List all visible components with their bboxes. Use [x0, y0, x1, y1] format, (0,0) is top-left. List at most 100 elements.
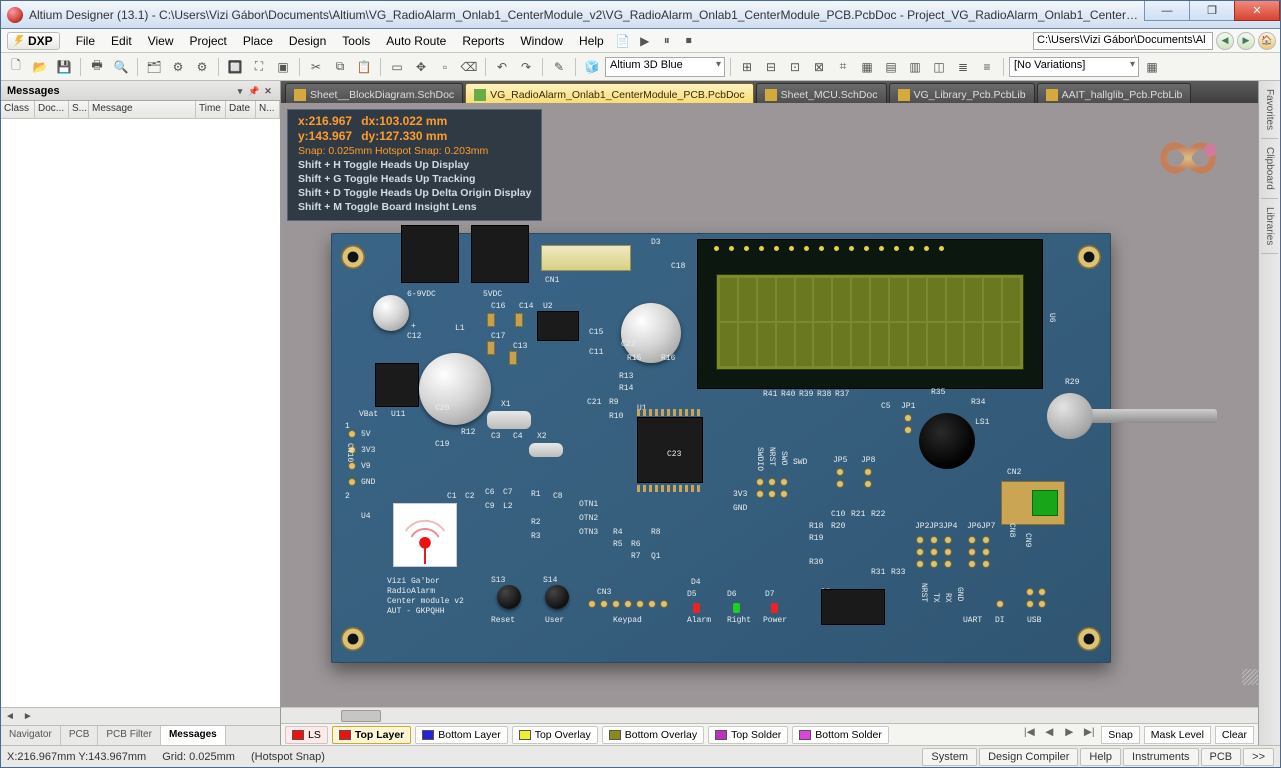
undo-icon[interactable]: ↶ — [491, 56, 513, 78]
layer-topoverlay[interactable]: Top Overlay — [512, 726, 598, 744]
panel-pin-icon[interactable]: 📌 — [248, 85, 260, 97]
zoom-area-icon[interactable]: 🔲 — [224, 56, 246, 78]
masklevel-button[interactable]: Mask Level — [1144, 726, 1211, 744]
layer-nav-first[interactable]: |◀ — [1021, 726, 1037, 744]
layer-botsolder[interactable]: Bottom Solder — [792, 726, 889, 744]
clear-button[interactable]: Clear — [1215, 726, 1254, 744]
stop-icon[interactable]: ⏹ — [678, 30, 700, 52]
dxp-menu[interactable]: DXP — [7, 32, 60, 50]
compile-icon[interactable]: ⚙ — [167, 56, 189, 78]
redo-icon[interactable]: ↷ — [515, 56, 537, 78]
minimize-button[interactable]: — — [1144, 1, 1190, 21]
tb-j[interactable]: ≣ — [952, 56, 974, 78]
tb-d[interactable]: ⊠ — [808, 56, 830, 78]
status-more[interactable]: >> — [1243, 748, 1274, 766]
move-icon[interactable]: ✥ — [410, 56, 432, 78]
tab-vglib[interactable]: VG_Library_Pcb.PcbLib — [889, 83, 1035, 103]
view-config-select[interactable]: Altium 3D Blue — [605, 57, 725, 77]
tb-e[interactable]: ⌗ — [832, 56, 854, 78]
layer-ls[interactable]: LS — [285, 726, 328, 744]
status-instruments[interactable]: Instruments — [1123, 748, 1198, 766]
side-clipboard[interactable]: Clipboard — [1261, 139, 1278, 199]
menu-tools[interactable]: Tools — [334, 31, 378, 51]
workspace-icon[interactable]: 🗂 — [143, 56, 165, 78]
tb-h[interactable]: ▥ — [904, 56, 926, 78]
layer-nav-last[interactable]: ▶| — [1081, 726, 1097, 744]
foot-tab-pcbfilter[interactable]: PCB Filter — [98, 726, 161, 745]
side-favorites[interactable]: Favorites — [1261, 81, 1278, 139]
path-field[interactable]: C:\Users\Vizi Gábor\Documents\Al — [1033, 32, 1213, 50]
status-help[interactable]: Help — [1080, 748, 1121, 766]
zoom-sel-icon[interactable]: ▣ — [272, 56, 294, 78]
close-button[interactable]: ✕ — [1234, 1, 1280, 21]
nav-home-button[interactable]: 🏠 — [1258, 32, 1276, 50]
menu-autoroute[interactable]: Auto Route — [378, 31, 454, 51]
deselect-icon[interactable]: ▫ — [434, 56, 456, 78]
side-libraries[interactable]: Libraries — [1261, 199, 1278, 254]
new-icon[interactable]: 🗋 — [5, 56, 27, 78]
layer-bottom[interactable]: Bottom Layer — [415, 726, 507, 744]
crossprobe-icon[interactable]: ✎ — [548, 56, 570, 78]
tb-b[interactable]: ⊟ — [760, 56, 782, 78]
zoom-fit-icon[interactable]: ⛶ — [248, 56, 270, 78]
foot-tab-pcb[interactable]: PCB — [61, 726, 99, 745]
layer-nav-prev[interactable]: ◀ — [1041, 726, 1057, 744]
menu-view[interactable]: View — [140, 31, 182, 51]
menu-window[interactable]: Window — [512, 31, 571, 51]
open-icon[interactable]: 📂 — [29, 56, 51, 78]
tab-blockdiagram[interactable]: Sheet__BlockDiagram.SchDoc — [285, 83, 463, 103]
nav-fwd-button[interactable]: ▶ — [1237, 32, 1255, 50]
compile2-icon[interactable]: ⚙ — [191, 56, 213, 78]
layer-top[interactable]: Top Layer — [332, 726, 411, 744]
variation-select[interactable]: [No Variations] — [1009, 57, 1139, 77]
layer-botoverlay[interactable]: Bottom Overlay — [602, 726, 704, 744]
3d-icon[interactable]: 🧊 — [581, 56, 603, 78]
tab-mcu[interactable]: Sheet_MCU.SchDoc — [756, 83, 887, 103]
resize-grip[interactable] — [1242, 669, 1258, 685]
panel-menu-icon[interactable]: ▾ — [234, 85, 246, 97]
pcb-canvas[interactable]: x:216.967 dx:103.022 mm y:143.967 dy:127… — [281, 103, 1258, 707]
tb-a[interactable]: ⊞ — [736, 56, 758, 78]
menu-file[interactable]: File — [68, 31, 103, 51]
pause-icon[interactable]: ⏸ — [656, 30, 678, 52]
status-pcb[interactable]: PCB — [1201, 748, 1242, 766]
run-icon[interactable]: ▶ — [634, 30, 656, 52]
menu-help[interactable]: Help — [571, 31, 612, 51]
select-icon[interactable]: ▭ — [386, 56, 408, 78]
print-icon[interactable]: 🖶 — [86, 56, 108, 78]
save-icon[interactable]: 💾 — [53, 56, 75, 78]
foot-tab-navigator[interactable]: Navigator — [1, 726, 61, 745]
snap-button[interactable]: Snap — [1101, 726, 1140, 744]
paste-icon[interactable]: 📋 — [353, 56, 375, 78]
foot-tab-messages[interactable]: Messages — [161, 726, 226, 745]
h-scrollbar[interactable] — [281, 707, 1258, 723]
menu-edit[interactable]: Edit — [103, 31, 140, 51]
maximize-button[interactable]: ❐ — [1189, 1, 1235, 21]
tb-c[interactable]: ⊡ — [784, 56, 806, 78]
panel-close-icon[interactable]: ✕ — [262, 85, 274, 97]
script-icon[interactable]: 📄 — [612, 30, 634, 52]
menu-design[interactable]: Design — [281, 31, 334, 51]
nav-left[interactable]: ◄ — [1, 711, 19, 722]
messages-body — [1, 119, 280, 707]
menu-project[interactable]: Project — [182, 31, 235, 51]
preview-icon[interactable]: 🔍 — [110, 56, 132, 78]
clear-sel-icon[interactable]: ⌫ — [458, 56, 480, 78]
cut-icon[interactable]: ✂ — [305, 56, 327, 78]
tb-g[interactable]: ▤ — [880, 56, 902, 78]
nav-right[interactable]: ► — [19, 711, 37, 722]
tb-f[interactable]: ▦ — [856, 56, 878, 78]
menu-reports[interactable]: Reports — [454, 31, 512, 51]
menu-place[interactable]: Place — [235, 31, 281, 51]
status-designcompiler[interactable]: Design Compiler — [979, 748, 1078, 766]
tb-k[interactable]: ≡ — [976, 56, 998, 78]
copy-icon[interactable]: ⧉ — [329, 56, 351, 78]
tab-pcb[interactable]: VG_RadioAlarm_Onlab1_CenterModule_PCB.Pc… — [465, 83, 753, 103]
grid-icon[interactable]: ▦ — [1141, 56, 1163, 78]
nav-back-button[interactable]: ◀ — [1216, 32, 1234, 50]
tb-i[interactable]: ◫ — [928, 56, 950, 78]
layer-nav-next[interactable]: ▶ — [1061, 726, 1077, 744]
layer-topsolder[interactable]: Top Solder — [708, 726, 788, 744]
tab-aaitlib[interactable]: AAIT_hallglib_Pcb.PcbLib — [1037, 83, 1192, 103]
status-system[interactable]: System — [922, 748, 977, 766]
